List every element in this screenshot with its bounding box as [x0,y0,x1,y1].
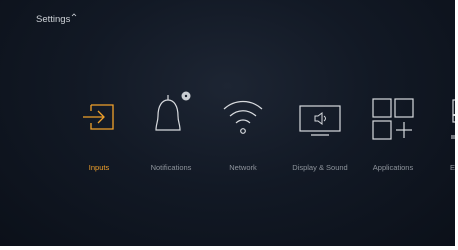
menu-item-label: Notifications [150,163,192,172]
wifi-icon [223,100,263,134]
settings-menu: Inputs Notifications Network Display & S… [0,0,455,246]
menu-item-notifications[interactable]: Notifications [131,91,211,176]
menu-item-display-sound[interactable]: Display & Sound [280,96,360,176]
display-sound-icon [299,105,341,136]
menu-item-label: E [450,163,455,172]
applications-grid-icon [372,98,414,140]
input-arrow-icon [83,104,114,130]
equipment-icon [451,99,455,139]
menu-item-partial[interactable]: E [413,96,455,176]
settings-screen: Settings Inputs Notifications Network Di… [0,0,455,246]
menu-item-label: Inputs [88,163,110,172]
bell-icon [155,91,191,131]
menu-item-inputs[interactable]: Inputs [59,96,139,176]
menu-item-network[interactable]: Network [203,96,283,176]
menu-item-label: Network [229,163,257,172]
menu-item-label: Display & Sound [292,163,348,172]
